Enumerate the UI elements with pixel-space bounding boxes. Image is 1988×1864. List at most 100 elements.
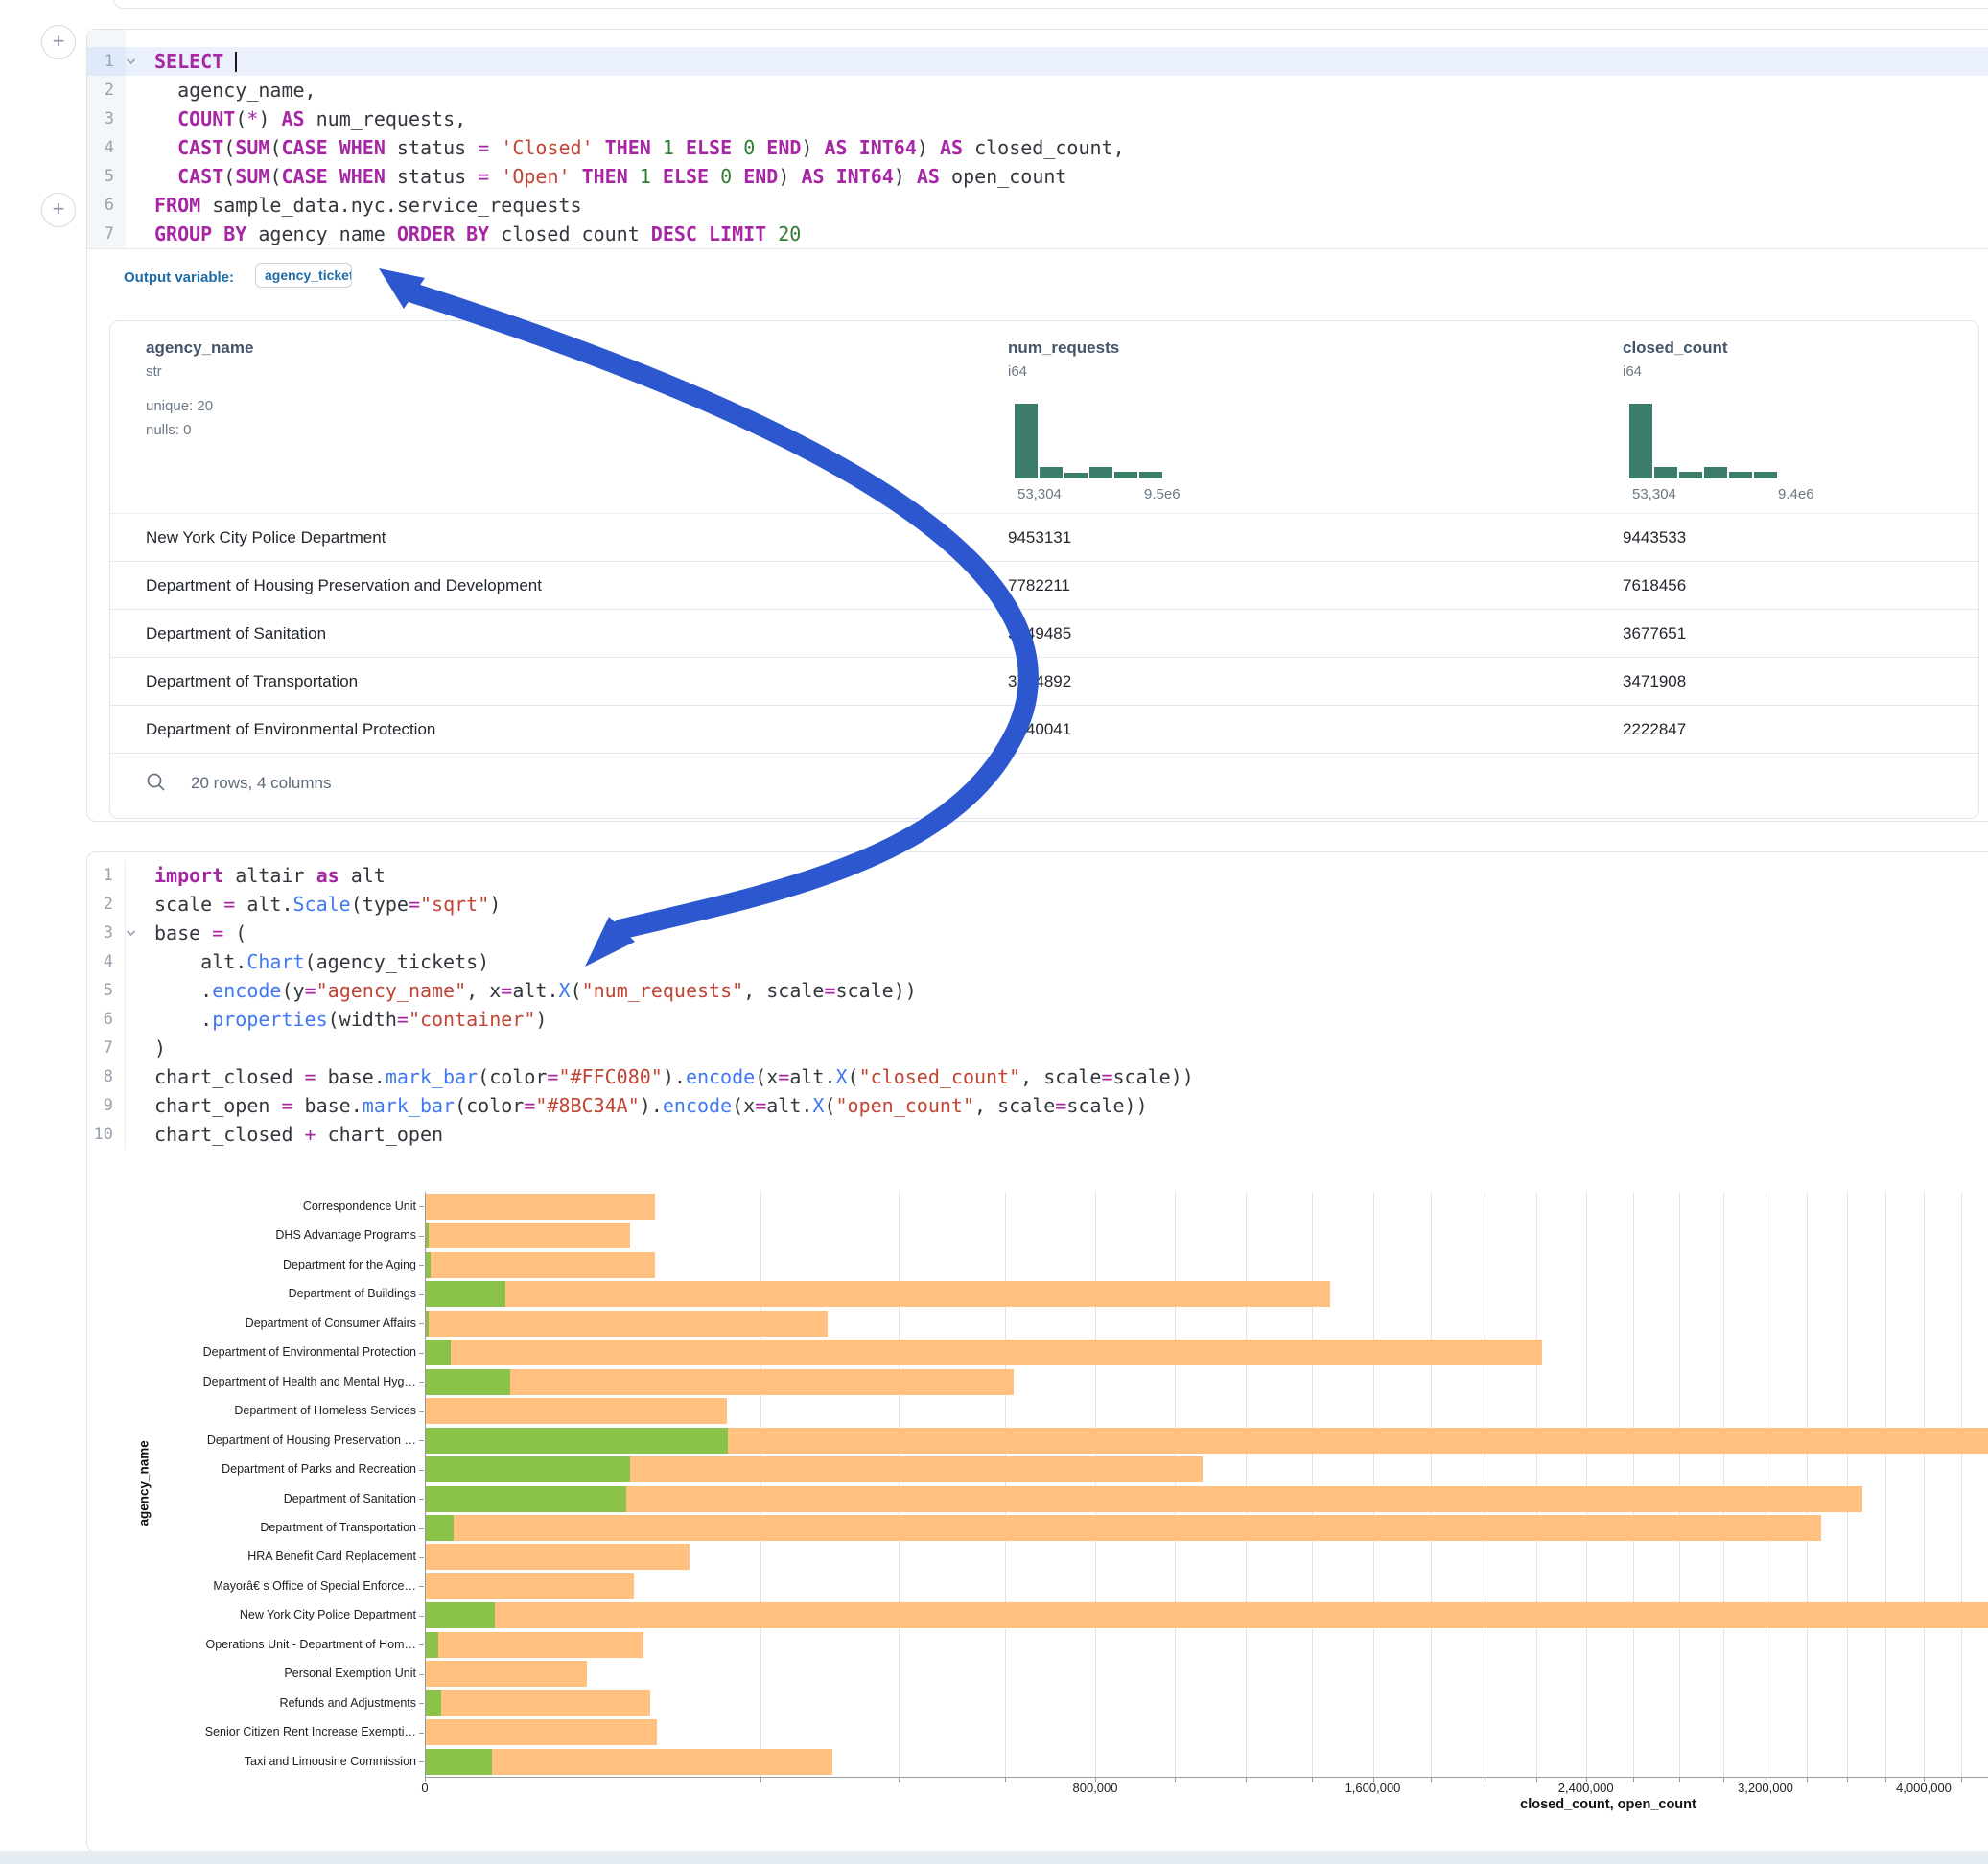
open-count-bar <box>425 1515 454 1541</box>
column-header[interactable]: agency_name <box>146 338 253 358</box>
table-cell: 9443533 <box>1623 514 1686 561</box>
x-axis-tick <box>1847 1778 1848 1782</box>
line-number: 4 <box>87 947 126 976</box>
histogram-min-label: 53,304 <box>1017 486 1062 502</box>
table-cell: 7782211 <box>1008 562 1070 609</box>
line-number: 10 <box>87 1120 126 1149</box>
table-cell: 7618456 <box>1623 562 1686 609</box>
table-row[interactable]: New York City Police Department945313194… <box>110 514 1978 562</box>
fold-chevron-icon[interactable] <box>126 919 143 947</box>
page-bottom-band <box>0 1851 1988 1857</box>
x-axis-tick <box>1961 1778 1962 1782</box>
notebook-page: + + 1SELECT 2 agency_name,3 COUNT(*) AS … <box>0 0 1988 1864</box>
chart-gridline <box>1586 1192 1587 1777</box>
code-line[interactable]: 2scale = alt.Scale(type="sqrt") <box>87 890 1988 919</box>
column-stat: nulls: 0 <box>146 422 192 438</box>
y-axis-tick <box>419 1616 424 1617</box>
chart-gridline <box>1005 1192 1006 1777</box>
code-line[interactable]: 5 CAST(SUM(CASE WHEN status = 'Open' THE… <box>87 162 1988 191</box>
search-icon[interactable] <box>146 772 167 793</box>
x-axis-tick <box>760 1778 761 1782</box>
code-line[interactable]: 7GROUP BY agency_name ORDER BY closed_co… <box>87 220 1988 248</box>
y-axis-tick <box>419 1206 424 1207</box>
code-line[interactable]: 1import altair as alt <box>87 861 1988 890</box>
histogram-max-label: 9.4e6 <box>1778 486 1814 502</box>
code-line[interactable]: 7) <box>87 1034 1988 1062</box>
x-axis-tick-label: 2,400,000 <box>1558 1781 1614 1795</box>
code-line[interactable]: 4 CAST(SUM(CASE WHEN status = 'Closed' T… <box>87 133 1988 162</box>
code-line[interactable]: 5 .encode(y="agency_name", x=alt.X("num_… <box>87 976 1988 1005</box>
chart-gridline <box>1679 1192 1680 1777</box>
table-cell: 3774892 <box>1008 658 1071 705</box>
closed-count-bar <box>425 1573 634 1599</box>
add-cell-button-middle[interactable]: + <box>41 193 76 227</box>
x-axis-tick <box>1246 1778 1247 1782</box>
code-line[interactable]: 1SELECT <box>87 47 1988 76</box>
code-line[interactable]: 9chart_open = base.mark_bar(color="#8BC3… <box>87 1091 1988 1120</box>
python-code-editor[interactable]: 1import altair as alt2scale = alt.Scale(… <box>87 861 1988 1149</box>
table-cell: Department of Transportation <box>146 658 358 705</box>
chart-gridline <box>1536 1192 1537 1777</box>
fold-chevron-icon[interactable] <box>126 47 143 76</box>
table-body[interactable]: New York City Police Department945313194… <box>110 513 1978 754</box>
table-cell: 3749485 <box>1008 610 1071 657</box>
y-axis-label: Refunds and Adjustments <box>280 1696 416 1710</box>
page-bottom-band-2 <box>0 1857 1988 1864</box>
chart-gridline <box>899 1192 900 1777</box>
code-line[interactable]: 10chart_closed + chart_open <box>87 1120 1988 1149</box>
code-line[interactable]: 8chart_closed = base.mark_bar(color="#FF… <box>87 1062 1988 1091</box>
table-row[interactable]: Department of Environmental Protection 22… <box>110 706 1978 754</box>
line-number: 5 <box>87 976 126 1005</box>
x-axis-tick <box>899 1778 900 1782</box>
y-axis-label: Department of Health and Mental Hyg… <box>203 1375 416 1388</box>
closed-count-bar <box>425 1544 690 1570</box>
line-number: 2 <box>87 890 126 919</box>
y-axis-tick <box>419 1703 424 1704</box>
code-line[interactable]: 4 alt.Chart(agency_tickets) <box>87 947 1988 976</box>
code-line[interactable]: 6 .properties(width="container") <box>87 1005 1988 1034</box>
column-header[interactable]: closed_count <box>1623 338 1728 358</box>
chart-gridline <box>1246 1192 1247 1777</box>
y-axis-tick <box>419 1294 424 1295</box>
code-line[interactable]: 6FROM sample_data.nyc.service_requests <box>87 191 1988 220</box>
y-axis-label: Department for the Aging <box>283 1258 416 1271</box>
table-row[interactable]: Department of Housing Preservation and D… <box>110 562 1978 610</box>
closed-count-bar <box>425 1281 1330 1307</box>
code-line[interactable]: 3base = ( <box>87 919 1988 947</box>
y-axis-tick <box>419 1644 424 1645</box>
chart-gridline <box>1847 1192 1848 1777</box>
code-line[interactable]: 3 COUNT(*) AS num_requests, <box>87 105 1988 133</box>
column-histogram <box>1629 404 1777 478</box>
closed-count-bar <box>425 1369 1014 1395</box>
x-axis-tick-label: 0 <box>421 1781 428 1795</box>
chart-gridline <box>1885 1192 1886 1777</box>
open-count-bar <box>425 1281 505 1307</box>
table-cell: 3677651 <box>1623 610 1686 657</box>
previous-cell-edge <box>113 0 1988 9</box>
line-number: 3 <box>87 919 126 947</box>
column-header[interactable]: num_requests <box>1008 338 1119 358</box>
table-row[interactable]: Department of Sanitation37494853677651 <box>110 610 1978 658</box>
code-line[interactable]: 2 agency_name, <box>87 76 1988 105</box>
y-axis-tick <box>419 1440 424 1441</box>
table-cell: Department of Environmental Protection <box>146 706 435 753</box>
y-axis-tick <box>419 1528 424 1529</box>
table-footer-summary: 20 rows, 4 columns <box>191 774 331 793</box>
table-cell: 2240041 <box>1008 706 1071 753</box>
y-axis-label: Department of Housing Preservation … <box>207 1433 416 1447</box>
sql-code-editor[interactable]: 1SELECT 2 agency_name,3 COUNT(*) AS num_… <box>87 47 1988 248</box>
add-cell-button-top[interactable]: + <box>41 25 76 59</box>
x-axis-tick-label: 1,600,000 <box>1345 1781 1401 1795</box>
table-row[interactable]: Department of Transportation377489234719… <box>110 658 1978 706</box>
y-axis-label: HRA Benefit Card Replacement <box>247 1549 416 1563</box>
dataframe-preview: agency_name strunique: 20nulls: 0num_req… <box>109 320 1979 819</box>
closed-count-bar <box>425 1515 1821 1541</box>
y-axis-label: Department of Transportation <box>260 1521 416 1534</box>
y-axis-tick <box>419 1470 424 1471</box>
output-variable-pill[interactable]: agency_tickets <box>255 263 352 288</box>
x-axis-tick-label: 3,200,000 <box>1738 1781 1793 1795</box>
y-axis-label: Department of Parks and Recreation <box>222 1462 416 1476</box>
y-axis-tick <box>419 1353 424 1354</box>
x-axis-line <box>425 1777 1988 1778</box>
line-number: 5 <box>87 162 126 191</box>
